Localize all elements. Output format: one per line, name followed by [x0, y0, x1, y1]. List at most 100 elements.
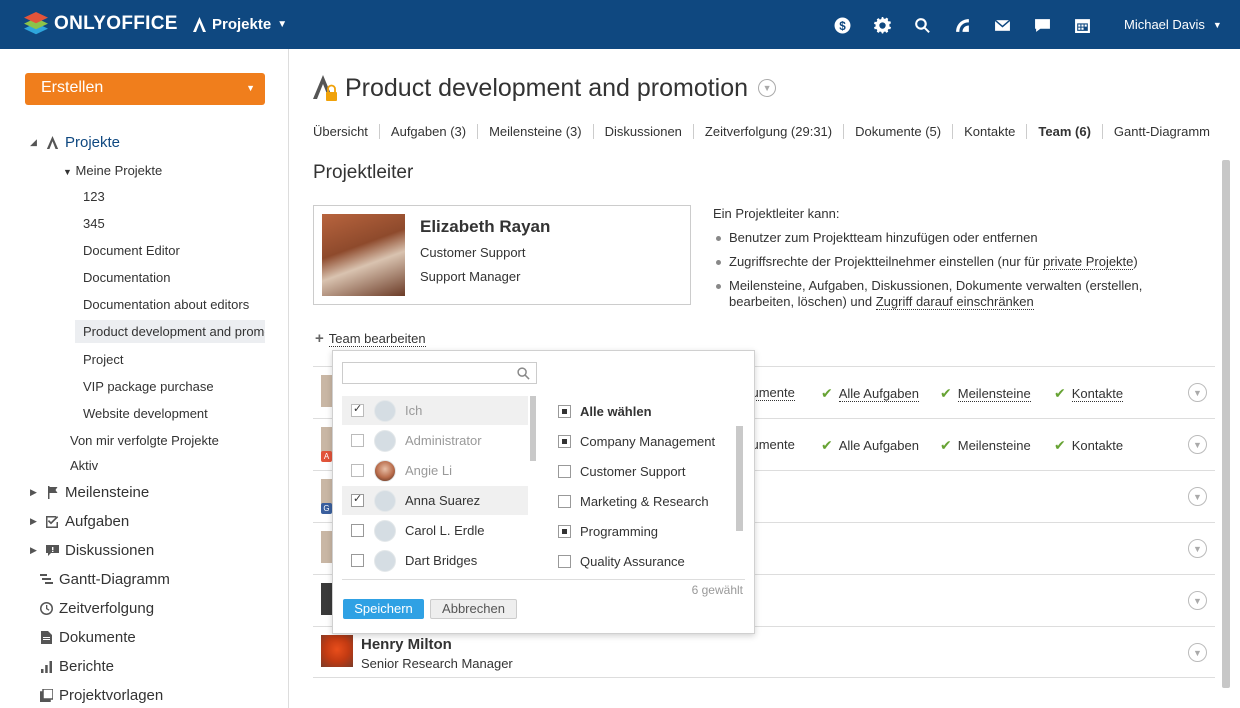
tab-team[interactable]: Team (6) — [1026, 124, 1102, 139]
tab-tasks[interactable]: Aufgaben (3) — [378, 124, 477, 139]
user-checkbox[interactable] — [351, 554, 364, 567]
tab-gantt[interactable]: Gantt-Diagramm — [1101, 124, 1221, 139]
user-list-item[interactable]: Ich — [342, 396, 528, 425]
perm-contacts[interactable]: ✔ Kontakte — [1054, 437, 1123, 454]
sidebar-project-item[interactable]: VIP package purchase — [83, 379, 214, 394]
page-scrollbar[interactable] — [1222, 160, 1230, 688]
sidebar-project-item[interactable]: Documentation about editors — [83, 297, 249, 312]
perm-contacts[interactable]: ✔ Kontakte — [1054, 385, 1124, 402]
currency-icon[interactable]: $ — [822, 13, 862, 37]
user-list-scrollbar[interactable] — [530, 396, 536, 461]
selected-count: 6 gewählt — [691, 583, 743, 597]
perm-all-tasks[interactable]: ✔ Alle Aufgaben — [821, 385, 919, 402]
user-list-item[interactable]: Carol L. Erdle — [342, 516, 528, 545]
sidebar-item-my-projects[interactable]: ▼ Meine Projekte — [63, 163, 162, 178]
expand-arrow-icon[interactable]: ▶ — [30, 487, 40, 498]
search-icon[interactable] — [902, 13, 942, 37]
tab-documents[interactable]: Dokumente (5) — [843, 124, 952, 139]
logo[interactable]: ONLYOFFICE — [24, 12, 178, 36]
gear-icon[interactable] — [862, 13, 902, 37]
group-list-item[interactable]: Marketing & Research — [549, 494, 709, 509]
restrict-access-link[interactable]: Zugriff darauf einschränken — [875, 294, 1034, 310]
perm-milestones[interactable]: ✔ Meilensteine — [940, 385, 1031, 402]
sidebar-item-gantt[interactable]: Gantt-Diagramm — [40, 571, 170, 588]
group-checkbox[interactable] — [558, 495, 571, 508]
user-checkbox[interactable] — [351, 492, 364, 507]
tab-overview[interactable]: Übersicht — [313, 124, 379, 139]
member-menu-chevron-icon[interactable]: ▼ — [1188, 539, 1207, 558]
user-menu[interactable]: Michael Davis ▼ — [1124, 17, 1222, 32]
document-icon — [41, 631, 52, 644]
manager-avatar[interactable] — [322, 214, 405, 296]
group-list-item[interactable]: Alle wählen — [549, 404, 652, 419]
member-avatar[interactable] — [321, 635, 353, 667]
sidebar-item-milestones[interactable]: ▶ Meilensteine — [30, 484, 149, 501]
project-menu-chevron-icon[interactable]: ▼ — [758, 79, 777, 97]
cancel-button[interactable]: Abbrechen — [430, 599, 517, 619]
calendar-icon[interactable] — [1062, 13, 1102, 37]
sidebar-project-item[interactable]: Document Editor — [83, 243, 180, 258]
sidebar-project-item[interactable]: Documentation — [83, 270, 170, 285]
group-checkbox[interactable] — [558, 465, 571, 478]
group-checkbox[interactable] — [558, 555, 571, 568]
sidebar-item-active-projects[interactable]: Aktiv — [70, 458, 98, 473]
user-list-item[interactable]: Administrator — [342, 426, 528, 455]
member-menu-chevron-icon[interactable]: ▼ — [1188, 435, 1207, 454]
sidebar-item-reports[interactable]: Berichte — [40, 658, 114, 675]
user-checkbox[interactable] — [351, 524, 364, 537]
edit-team-link[interactable]: + Team bearbeiten — [315, 330, 426, 347]
group-list-item[interactable]: Customer Support — [549, 464, 686, 479]
mail-icon[interactable] — [982, 13, 1022, 37]
group-list-item[interactable]: Company Management — [549, 434, 715, 449]
user-list-item[interactable]: Angie Li — [342, 456, 528, 485]
sidebar-item-projects[interactable]: ◢ Projekte — [30, 134, 120, 151]
perm-all-tasks[interactable]: ✔ Alle Aufgaben — [821, 437, 919, 454]
group-checkbox[interactable] — [558, 405, 571, 418]
member-menu-chevron-icon[interactable]: ▼ — [1188, 591, 1207, 610]
sidebar-project-item[interactable]: Website development — [83, 406, 208, 421]
expand-arrow-icon[interactable]: ▶ — [30, 516, 40, 527]
sidebar-project-item[interactable]: 123 — [83, 189, 105, 204]
collapse-arrow-icon[interactable]: ▼ — [63, 167, 72, 177]
member-position: Senior Research Manager — [361, 656, 513, 671]
sidebar-item-followed-projects[interactable]: Von mir verfolgte Projekte — [70, 433, 219, 448]
user-search-input[interactable] — [342, 362, 537, 384]
module-switcher[interactable]: Projekte ▼ — [193, 16, 287, 33]
group-list-item[interactable]: Programming — [549, 524, 658, 539]
sidebar-project-item[interactable]: Project — [83, 352, 123, 367]
tab-discussions[interactable]: Diskussionen — [592, 124, 693, 139]
sidebar-item-discussions[interactable]: ▶ Diskussionen — [30, 542, 154, 559]
chat-icon[interactable] — [1022, 13, 1062, 37]
group-checkbox[interactable] — [558, 435, 571, 448]
user-checkbox[interactable] — [351, 402, 364, 417]
member-menu-chevron-icon[interactable]: ▼ — [1188, 383, 1207, 402]
tab-contacts[interactable]: Kontakte — [952, 124, 1026, 139]
feed-icon[interactable] — [942, 13, 982, 37]
group-list-scrollbar[interactable] — [736, 426, 743, 531]
sidebar-item-time-tracking[interactable]: Zeitverfolgung — [40, 600, 154, 617]
user-checkbox[interactable] — [351, 434, 364, 447]
manager-name[interactable]: Elizabeth Rayan — [420, 217, 550, 237]
save-button[interactable]: Speichern — [343, 599, 424, 619]
sidebar-project-item-active[interactable]: Product development and promotion — [75, 320, 265, 343]
member-name[interactable]: Henry Milton — [361, 636, 452, 653]
expand-arrow-icon[interactable]: ▶ — [30, 545, 40, 556]
member-menu-chevron-icon[interactable]: ▼ — [1188, 487, 1207, 506]
user-list-item[interactable]: Dart Bridges — [342, 546, 528, 575]
tab-milestones[interactable]: Meilensteine (3) — [477, 124, 593, 139]
tab-time-tracking[interactable]: Zeitverfolgung (29:31) — [692, 124, 843, 139]
sidebar-item-documents[interactable]: Dokumente — [40, 629, 136, 646]
user-checkbox[interactable] — [351, 464, 364, 477]
sidebar-item-templates[interactable]: Projektvorlagen — [40, 687, 163, 704]
user-list-item[interactable]: Anna Suarez — [342, 486, 528, 515]
group-checkbox[interactable] — [558, 525, 571, 538]
private-projects-link[interactable]: private Projekte — [1043, 254, 1134, 270]
flag-icon — [48, 486, 58, 499]
group-list-item[interactable]: Quality Assurance — [549, 554, 685, 569]
perm-milestones[interactable]: ✔ Meilensteine — [940, 437, 1031, 454]
expand-arrow-icon[interactable]: ◢ — [30, 137, 40, 148]
sidebar-item-tasks[interactable]: ▶ Aufgaben — [30, 513, 129, 530]
member-menu-chevron-icon[interactable]: ▼ — [1188, 643, 1207, 662]
sidebar-project-item[interactable]: 345 — [83, 216, 105, 231]
create-button[interactable]: Erstellen ▼ — [25, 73, 265, 105]
